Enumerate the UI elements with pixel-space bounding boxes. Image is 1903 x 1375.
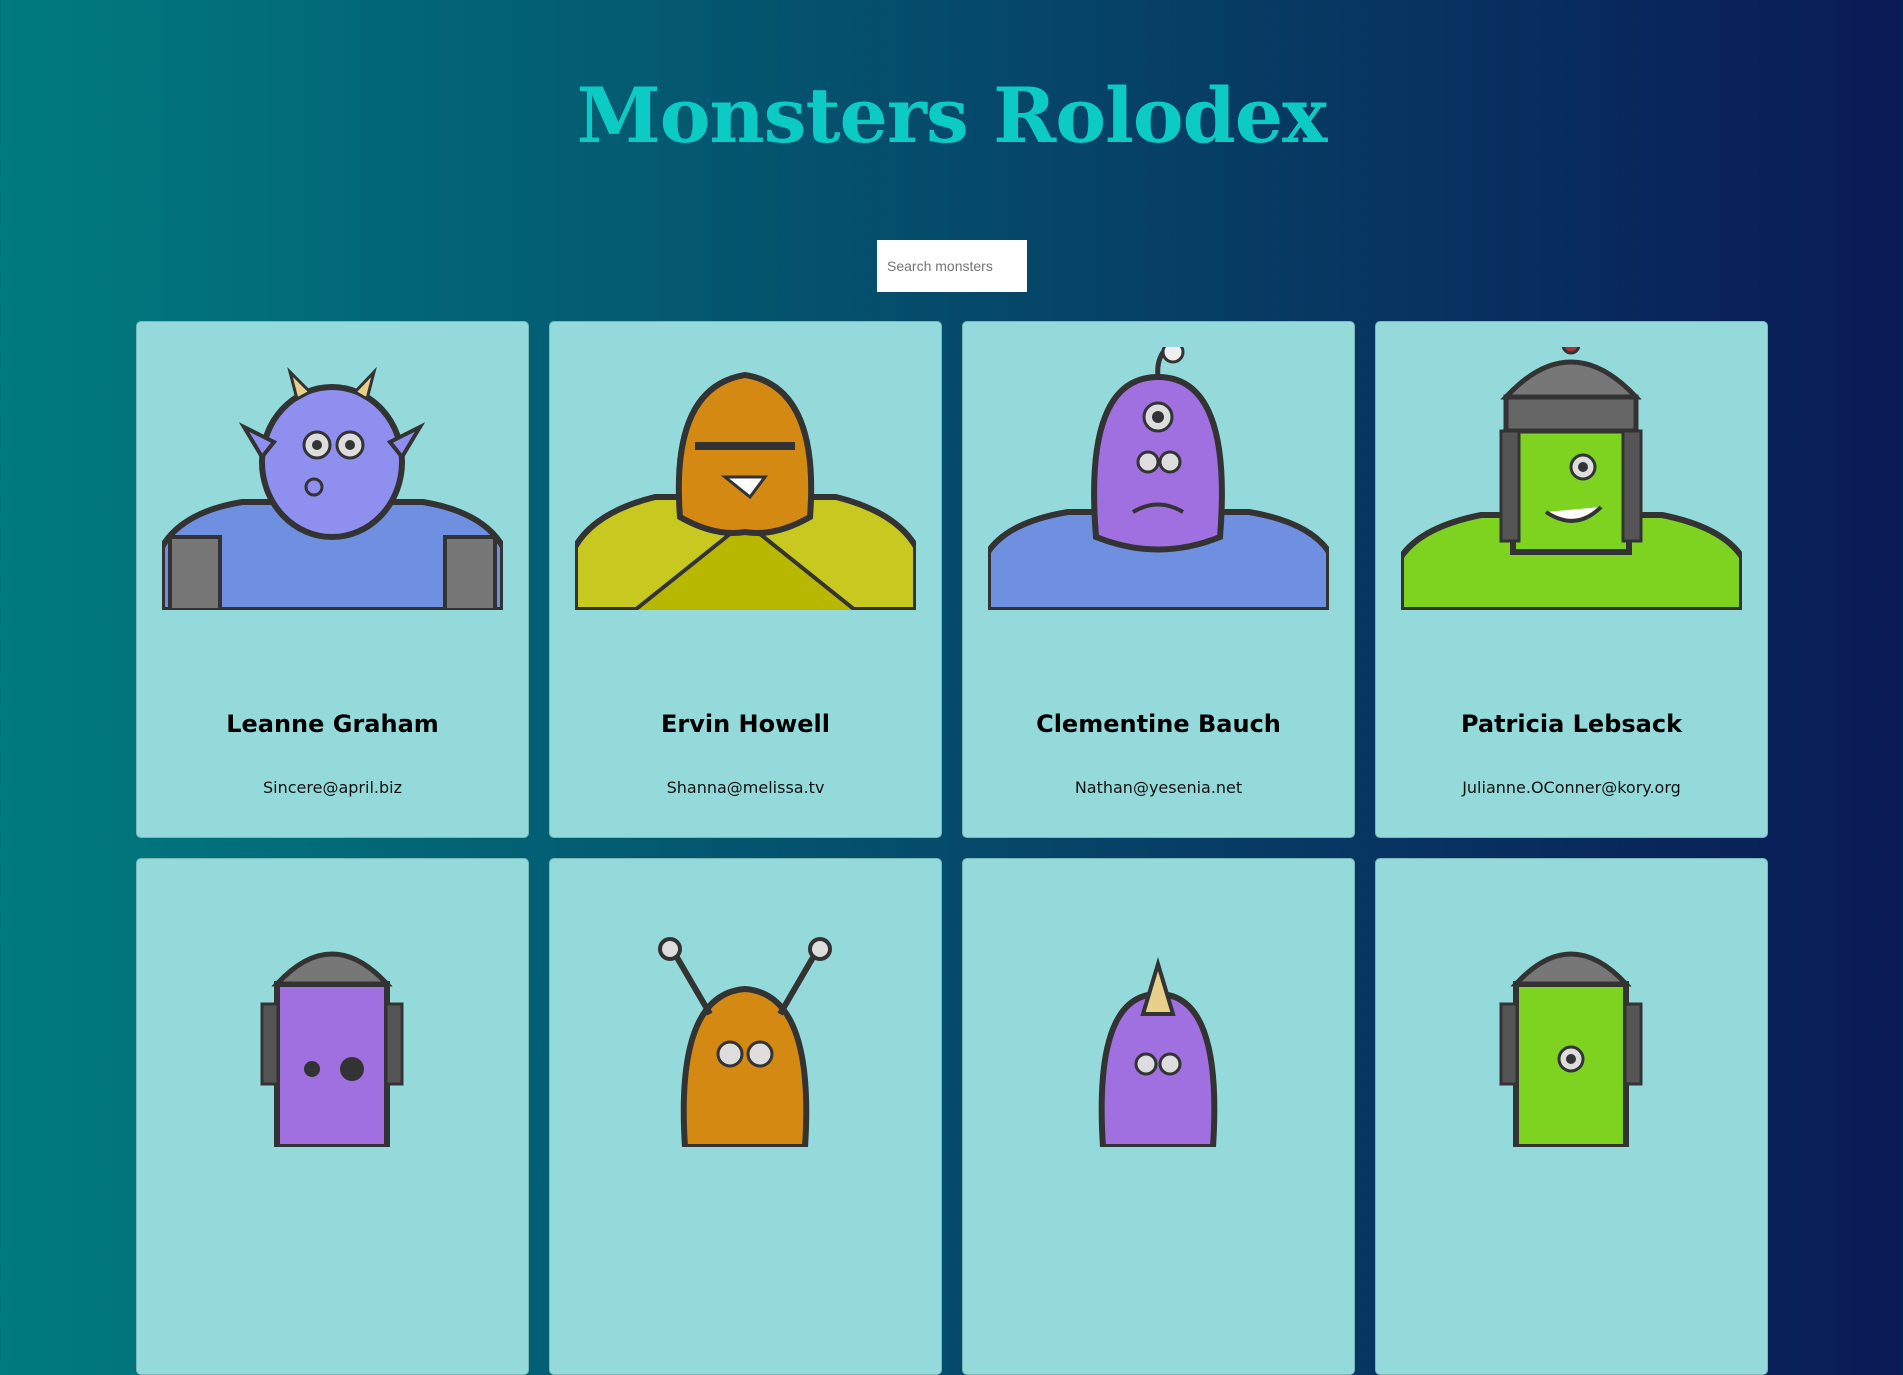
monster-email: Shanna@melissa.tv	[666, 778, 825, 797]
monster-name: Ervin Howell	[660, 710, 831, 738]
search-input[interactable]	[877, 240, 1027, 292]
monster-avatar	[162, 366, 503, 610]
monster-name: Patricia Lebsack	[1460, 710, 1683, 738]
monster-card[interactable]: Ervin Howell Shanna@melissa.tv	[549, 321, 942, 838]
monster-card[interactable]	[962, 858, 1355, 1375]
monster-avatar	[1499, 951, 1643, 1147]
monster-avatar	[1401, 347, 1742, 610]
monster-card[interactable]	[1375, 858, 1768, 1375]
monster-name: Clementine Bauch	[1036, 710, 1281, 738]
monster-card[interactable]	[136, 858, 529, 1375]
monster-card[interactable]: Leanne Graham Sincere@april.biz	[136, 321, 529, 838]
monster-avatar	[575, 371, 916, 610]
monster-card[interactable]: Clementine Bauch Nathan@yesenia.net	[962, 321, 1355, 838]
monster-card[interactable]: Patricia Lebsack Julianne.OConner@kory.o…	[1375, 321, 1768, 838]
monster-email: Nathan@yesenia.net	[1074, 778, 1243, 797]
monster-avatar	[260, 951, 404, 1147]
monster-avatar	[1098, 957, 1218, 1147]
monster-card[interactable]	[549, 858, 942, 1375]
monster-avatar	[658, 937, 832, 1147]
monster-email: Sincere@april.biz	[263, 778, 402, 797]
app-root: Monsters Rolodex Search monsters Leanne …	[0, 0, 1903, 1375]
monster-avatar	[988, 347, 1329, 610]
monster-name: Leanne Graham	[226, 710, 439, 738]
monster-email: Julianne.OConner@kory.org	[1462, 778, 1681, 797]
page-title: Monsters Rolodex	[576, 71, 1328, 160]
card-list: Leanne Graham Sincere@april.biz Ervin Ho…	[136, 321, 1768, 1375]
